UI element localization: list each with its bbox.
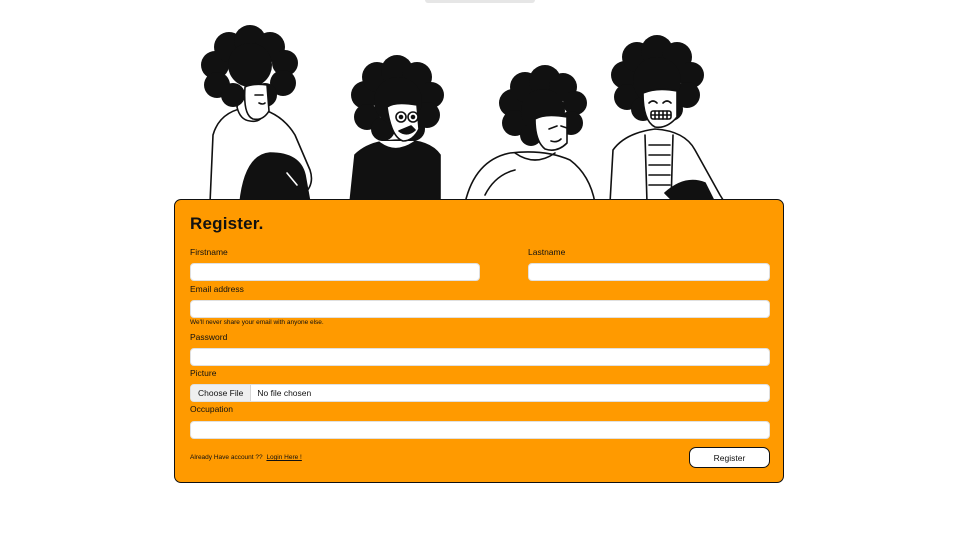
email-input[interactable] [190, 300, 770, 318]
firstname-input[interactable] [190, 263, 480, 281]
email-help-text: We'll never share your email with anyone… [190, 319, 324, 326]
login-prompt: Already Have account ?? Login Here ! [190, 454, 302, 461]
firstname-label: Firstname [190, 247, 228, 257]
people-illustration [201, 25, 726, 203]
top-scroll-indicator [425, 0, 535, 3]
form-title: Register. [190, 214, 264, 233]
password-label: Password [190, 332, 228, 342]
person-1-figure [201, 25, 313, 203]
choose-file-button[interactable]: Choose File [191, 385, 252, 401]
login-prompt-text: Already Have account ?? [190, 454, 265, 461]
lastname-label: Lastname [528, 247, 566, 257]
password-input[interactable] [190, 348, 770, 366]
person-2-figure [349, 55, 444, 203]
login-link[interactable]: Login Here ! [266, 454, 301, 461]
person-3-figure [464, 65, 596, 203]
lastname-input[interactable] [528, 263, 770, 281]
register-form: Register. Firstname Lastname Email addre… [174, 199, 784, 483]
picture-file-input[interactable]: Choose File No file chosen [190, 384, 770, 402]
file-status-text: No file chosen [257, 388, 312, 398]
occupation-input[interactable] [190, 421, 770, 439]
occupation-label: Occupation [190, 404, 233, 414]
email-label: Email address [190, 284, 244, 294]
person-4-figure [609, 35, 726, 203]
picture-label: Picture [190, 368, 217, 378]
register-button[interactable]: Register [689, 447, 770, 468]
